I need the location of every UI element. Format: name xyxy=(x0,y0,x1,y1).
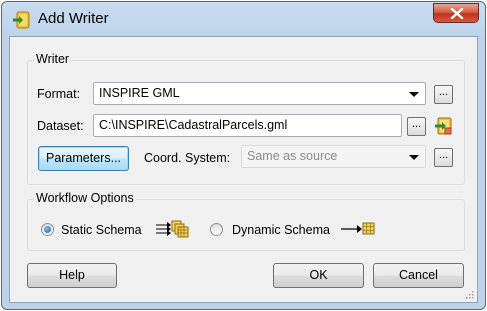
writer-group-title: Writer xyxy=(34,52,72,66)
dataset-browse-button[interactable]: ... xyxy=(407,117,426,136)
dynamic-schema-icon xyxy=(341,222,375,235)
coord-browse-label: ... xyxy=(438,149,449,161)
dialog-content: Writer Format: INSPIRE GML ... Dataset: … xyxy=(9,36,478,303)
dataset-label: Dataset: xyxy=(37,119,84,133)
parameters-button[interactable]: Parameters... xyxy=(38,146,129,171)
close-icon xyxy=(450,8,464,19)
dynamic-schema-radio[interactable] xyxy=(210,223,223,236)
close-button[interactable] xyxy=(433,3,479,23)
window-title: Add Writer xyxy=(38,10,109,27)
coord-system-browse-button[interactable]: ... xyxy=(434,148,453,167)
coord-system-select[interactable]: Same as source xyxy=(241,145,426,168)
format-browse-label: ... xyxy=(438,86,449,98)
format-label: Format: xyxy=(37,87,81,101)
writer-app-icon xyxy=(13,11,30,29)
format-select[interactable]: INSPIRE GML xyxy=(93,82,426,105)
dataset-value: C:\INSPIRE\CadastralParcels.gml xyxy=(99,118,288,132)
dataset-input[interactable]: C:\INSPIRE\CadastralParcels.gml xyxy=(93,114,402,137)
add-writer-dialog: Add Writer Writer Format: INSPIRE GML ..… xyxy=(1,1,486,310)
static-schema-radio[interactable] xyxy=(41,223,54,236)
dataset-browse-label: ... xyxy=(411,118,422,130)
static-schema-icon xyxy=(156,220,189,238)
cancel-button[interactable]: Cancel xyxy=(373,263,464,288)
resize-grip-icon[interactable] xyxy=(464,289,474,299)
dynamic-schema-label[interactable]: Dynamic Schema xyxy=(232,223,330,237)
format-browse-button[interactable]: ... xyxy=(434,85,453,104)
coord-system-value: Same as source xyxy=(247,149,338,163)
ok-button[interactable]: OK xyxy=(273,263,364,288)
browse-icon[interactable] xyxy=(434,116,454,136)
title-bar[interactable]: Add Writer xyxy=(2,2,485,36)
help-button[interactable]: Help xyxy=(27,263,117,288)
chevron-down-icon xyxy=(409,155,419,160)
format-value: INSPIRE GML xyxy=(99,86,180,100)
static-schema-label[interactable]: Static Schema xyxy=(61,223,142,237)
coord-system-label: Coord. System: xyxy=(144,151,231,165)
chevron-down-icon xyxy=(409,92,419,97)
workflow-options-title: Workflow Options xyxy=(34,191,136,205)
